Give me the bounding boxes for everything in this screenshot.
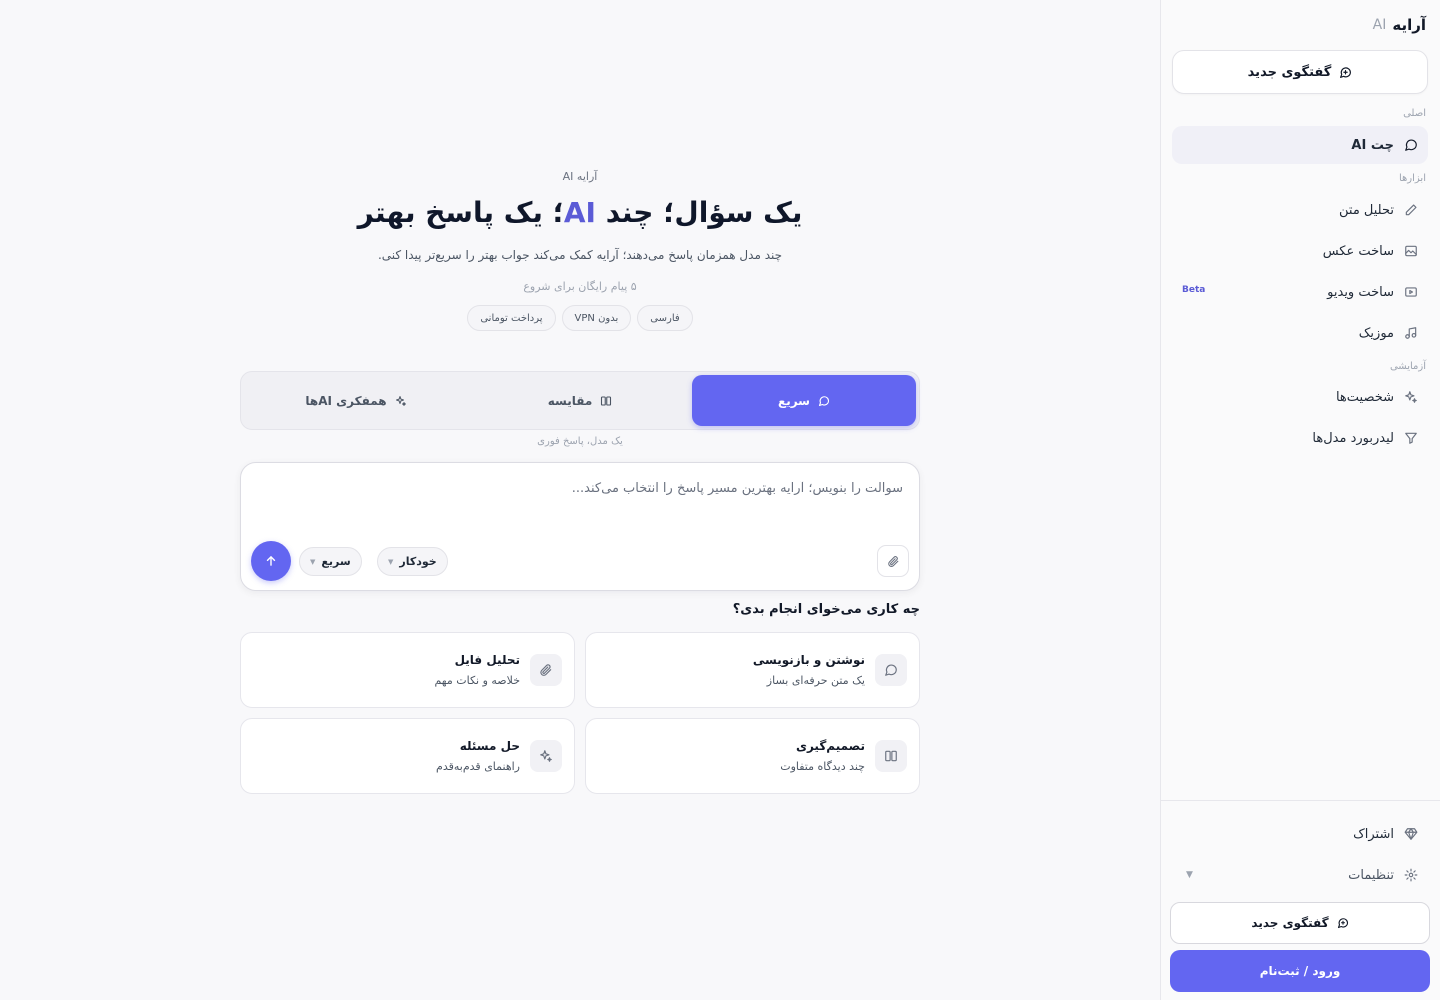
tab-fast[interactable]: سریع — [692, 375, 916, 426]
image-icon — [1404, 244, 1418, 258]
headline-part1: یک سؤال؛ چند — [595, 196, 803, 229]
new-chat-button[interactable]: گفتگوی جدید — [1172, 50, 1428, 94]
speed-select[interactable]: سریع ▼ — [299, 547, 362, 576]
section-label-experimental: آزمایشی — [1389, 361, 1426, 372]
tab-collab[interactable]: همفکری AIها — [244, 375, 468, 426]
chat-bubble-icon — [1404, 138, 1418, 152]
pencil-icon — [1404, 203, 1418, 217]
headline-part2: ؛ یک پاسخ بهتر — [357, 196, 564, 229]
sparkle-icon — [530, 740, 562, 772]
hero-subline: چند مدل همزمان پاسخ می‌دهند؛ آرایه کمک م… — [377, 248, 783, 262]
hero-headline: یک سؤال؛ چند AI؛ یک پاسخ بهتر — [0, 196, 1160, 229]
sidebar-item-label: ساخت ویدیو — [1327, 284, 1394, 300]
suggestions-title: چه کاری می‌خوای انجام بدی؟ — [732, 602, 920, 617]
sidebar-item-label: شخصیت‌ها — [1335, 389, 1394, 405]
sidebar-item-personas[interactable]: شخصیت‌ها — [1172, 378, 1428, 416]
chevron-down-icon: ▼ — [388, 557, 394, 566]
chip-persian: فارسی — [637, 305, 693, 331]
card-title: نوشتن و بازنویسی — [752, 653, 865, 667]
chip-toman-payment: پرداخت تومانی — [467, 305, 556, 331]
sidebar-item-label: تحلیل متن — [1339, 202, 1394, 218]
suggestion-card-file-analysis[interactable]: تحلیل فایل خلاصه و نکات مهم — [240, 632, 575, 708]
attach-button[interactable] — [877, 545, 909, 577]
card-subtitle: خلاصه و نکات مهم — [434, 674, 520, 687]
sidebar-item-label: تنظیمات — [1348, 867, 1394, 883]
headline-accent: AI — [563, 196, 596, 229]
card-title: تصمیم‌گیری — [795, 739, 865, 753]
mode-hint: یک مدل، پاسخ فوری — [537, 436, 623, 447]
suggestion-card-problem-solving[interactable]: حل مسئله راهنمای قدم‌به‌قدم — [240, 718, 575, 794]
columns-icon — [600, 395, 612, 407]
mode-tabs: سریع مقایسه همفکری AIها — [240, 371, 920, 430]
new-chat-icon — [1337, 917, 1349, 929]
new-chat-label: گفتگوی جدید — [1247, 64, 1332, 80]
prompt-input[interactable] — [263, 481, 903, 511]
suggestion-card-decision[interactable]: تصمیم‌گیری چند دیدگاه متفاوت — [585, 718, 920, 794]
section-label-main: اصلی — [1403, 108, 1426, 119]
sidebar-item-label: اشتراک — [1353, 826, 1394, 842]
filter-icon — [1404, 431, 1418, 445]
sidebar-divider — [1160, 800, 1440, 801]
card-subtitle: راهنمای قدم‌به‌قدم — [436, 760, 520, 773]
chat-bubble-icon — [875, 654, 907, 686]
sidebar-item-chat[interactable]: چت AI — [1172, 126, 1428, 164]
tab-compare-label: مقایسه — [547, 393, 593, 408]
card-title: حل مسئله — [459, 739, 520, 753]
model-select-value: خودکار — [399, 555, 437, 568]
card-title: تحلیل فایل — [454, 653, 520, 667]
tab-compare[interactable]: مقایسه — [468, 375, 692, 426]
sidebar-item-music[interactable]: موزیک — [1172, 314, 1428, 352]
brand-suffix: AI — [1372, 17, 1387, 33]
paperclip-icon — [530, 654, 562, 686]
free-messages-note: ۵ پیام رایگان برای شروع — [523, 280, 637, 293]
beta-badge: Beta — [1182, 285, 1206, 295]
brand-logo[interactable]: آرایه AI — [1373, 14, 1426, 36]
section-label-tools: ابزارها — [1398, 173, 1426, 184]
new-chat-icon — [1339, 66, 1352, 79]
chat-bubble-icon — [818, 395, 830, 407]
chevron-down-icon: ▼ — [310, 557, 316, 566]
composer: خودکار ▼ سریع ▼ — [240, 462, 920, 591]
login-button[interactable]: ورود / ثبت‌نام — [1170, 950, 1430, 992]
main-area: آرایه AI یک سؤال؛ چند AI؛ یک پاسخ بهتر چ… — [0, 0, 1160, 1000]
hero-kicker: آرایه AI — [562, 170, 598, 183]
arrow-up-icon — [264, 554, 278, 568]
card-subtitle: یک متن حرفه‌ای بساز — [766, 674, 865, 687]
diamond-icon — [1404, 827, 1418, 841]
new-chat-bottom-label: گفتگوی جدید — [1251, 916, 1329, 930]
paperclip-icon — [887, 555, 900, 568]
gear-icon — [1404, 868, 1418, 882]
video-icon — [1404, 285, 1418, 299]
sparkle-icon — [395, 395, 407, 407]
model-select[interactable]: خودکار ▼ — [377, 547, 448, 576]
sidebar-item-label: لیدربورد مدل‌ها — [1312, 430, 1394, 446]
sidebar-item-video[interactable]: ساخت ویدیو Beta — [1172, 273, 1428, 311]
sidebar: آرایه AI گفتگوی جدید اصلی چت AI ابزارها … — [1160, 0, 1440, 1000]
sidebar-item-subscription[interactable]: اشتراک — [1172, 815, 1428, 853]
sidebar-item-text-analysis[interactable]: تحلیل متن — [1172, 191, 1428, 229]
sidebar-item-label: چت AI — [1351, 137, 1394, 153]
sidebar-item-leaderboard[interactable]: لیدربورد مدل‌ها — [1172, 419, 1428, 457]
chevron-down-icon: ▼ — [1186, 870, 1193, 880]
columns-icon — [875, 740, 907, 772]
sparkle-icon — [1404, 390, 1418, 404]
tab-collab-label: همفکری AIها — [305, 393, 387, 408]
suggestion-card-writing[interactable]: نوشتن و بازنویسی یک متن حرفه‌ای بساز — [585, 632, 920, 708]
card-subtitle: چند دیدگاه متفاوت — [780, 760, 865, 773]
tab-fast-label: سریع — [778, 393, 810, 408]
send-button[interactable] — [251, 541, 291, 581]
speed-select-value: سریع — [321, 555, 351, 568]
feature-chips: فارسی بدون VPN پرداخت تومانی — [0, 305, 1160, 331]
music-note-icon — [1404, 326, 1418, 340]
sidebar-item-image[interactable]: ساخت عکس — [1172, 232, 1428, 270]
sidebar-item-label: ساخت عکس — [1322, 243, 1394, 259]
chip-no-vpn: بدون VPN — [561, 305, 632, 331]
new-chat-bottom-button[interactable]: گفتگوی جدید — [1170, 902, 1430, 944]
brand-name: آرایه — [1392, 16, 1426, 34]
sidebar-item-label: موزیک — [1358, 325, 1394, 341]
sidebar-item-settings[interactable]: تنظیمات ▼ — [1172, 856, 1428, 894]
